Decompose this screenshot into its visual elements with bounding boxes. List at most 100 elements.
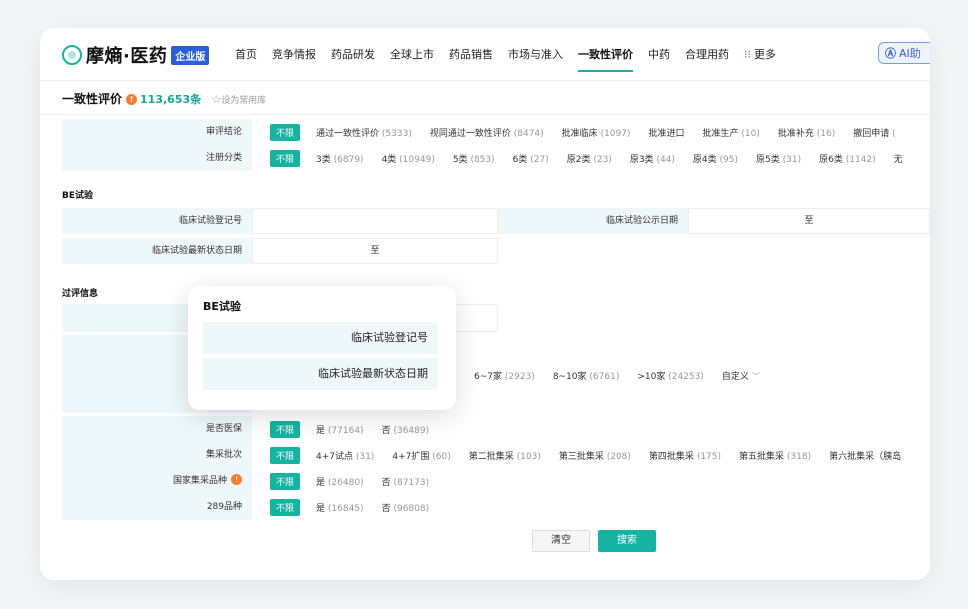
filter-options: 不限 3类 (6879) 4类 (10949) 5类 (853) 6类 (27)…	[252, 145, 930, 171]
filter-options: 不限 4+7试点 (31) 4+7扩围 (60) 第二批集采 (103) 第三批…	[252, 442, 930, 468]
section-title-be: BE试验	[62, 191, 94, 201]
filter-label: 国家集采品种!	[62, 468, 252, 494]
filter-option[interactable]: 5类 (853)	[453, 152, 495, 165]
filter-option[interactable]: 原4类 (95)	[693, 152, 738, 165]
nav-consistency[interactable]: 一致性评价	[578, 28, 633, 80]
filter-option[interactable]: 否 (87173)	[382, 475, 430, 488]
be-latest-date-range[interactable]: 至	[252, 238, 498, 264]
filter-row-289: 289品种 不限 是 (16845) 否 (96808)	[62, 494, 930, 520]
top-header: 摩熵·医药 企业版 首页 竞争情报 药品研发 全球上市 药品销售 市场与准入 一…	[40, 28, 930, 81]
filter-row-national-procurement: 国家集采品种! 不限 是 (26480) 否 (87173)	[62, 468, 930, 494]
logo[interactable]: 摩熵·医药 企业版	[62, 42, 210, 68]
ai-assistant-button[interactable]: Ⓐ AI助	[878, 42, 930, 64]
unlimited-tag[interactable]: 不限	[270, 472, 301, 490]
grid-icon: ⁝⁝	[744, 47, 751, 61]
filter-option[interactable]: 否 (96808)	[382, 501, 430, 514]
filter-option[interactable]: 第五批集采 (318)	[739, 449, 811, 462]
title-bar: 一致性评价! 113,653条 ☆设为常用库	[40, 80, 930, 115]
action-buttons: 清空 搜索	[532, 530, 656, 552]
filter-label: 集采批次	[62, 442, 252, 468]
callout-reg-no-label: 临床试验登记号	[203, 322, 438, 354]
be-reg-no-label: 临床试验登记号	[62, 208, 252, 234]
filter-options: 不限 是 (16845) 否 (96808)	[252, 494, 930, 520]
filter-option[interactable]: 批准临床 (1097)	[562, 126, 631, 139]
callout-title: BE试验	[203, 300, 241, 313]
unlimited-tag[interactable]: 不限	[270, 149, 301, 167]
ai-label: AI助	[899, 47, 921, 60]
filter-option[interactable]: 第六批集采（胰岛	[829, 449, 901, 462]
filter-option[interactable]: 原5类 (31)	[756, 152, 801, 165]
nav-home[interactable]: 首页	[235, 28, 257, 80]
filter-option[interactable]: 第二批集采 (103)	[469, 449, 541, 462]
range-separator: 至	[804, 216, 814, 226]
filter-option[interactable]: 原2类 (23)	[567, 152, 612, 165]
filter-option[interactable]: 4类 (10949)	[382, 152, 435, 165]
nav-sales[interactable]: 药品销售	[449, 28, 493, 80]
be-row-2: 临床试验最新状态日期 至	[62, 238, 498, 264]
page-title: 一致性评价! 113,653条 ☆设为常用库	[62, 90, 266, 107]
nav-rational[interactable]: 合理用药	[685, 28, 729, 80]
filter-option[interactable]: 6~7家 (2923)	[474, 369, 535, 382]
be-row-1: 临床试验登记号 临床试验公示日期 至	[62, 208, 930, 234]
filter-option[interactable]: 否 (36489)	[382, 423, 430, 436]
filter-row-registration: 注册分类 不限 3类 (6879) 4类 (10949) 5类 (853) 6类…	[62, 145, 930, 171]
filter-option[interactable]: 批准进口	[649, 126, 685, 139]
filter-option[interactable]: 是 (26480)	[316, 475, 364, 488]
filter-option[interactable]: 通过一致性评价 (5333)	[316, 126, 412, 139]
ai-icon: Ⓐ	[885, 47, 896, 60]
chevron-down-icon: ﹀	[751, 371, 760, 381]
filter-option[interactable]: 4+7扩围 (60)	[392, 449, 450, 462]
main-nav: 首页 竞争情报 药品研发 全球上市 药品销售 市场与准入 一致性评价 中药 合理…	[235, 28, 791, 80]
filter-option[interactable]: 批准补充 (16)	[778, 126, 835, 139]
filter-label: 注册分类	[62, 145, 252, 171]
unlimited-tag[interactable]: 不限	[270, 446, 301, 464]
be-latest-date-label: 临床试验最新状态日期	[62, 238, 252, 264]
filter-option[interactable]: 是 (16845)	[316, 501, 364, 514]
result-count: 113,653条	[140, 93, 202, 106]
unlimited-tag[interactable]: 不限	[270, 123, 301, 141]
info-icon[interactable]: !	[231, 474, 242, 485]
filter-option[interactable]: 8~10家 (6761)	[553, 369, 620, 382]
search-button[interactable]: 搜索	[598, 530, 656, 552]
filter-option[interactable]: 视同通过一致性评价 (8474)	[430, 126, 544, 139]
unlimited-tag[interactable]: 不限	[270, 498, 301, 516]
filter-option[interactable]: >10家 (24253)	[637, 369, 704, 382]
page-title-text: 一致性评价	[62, 92, 123, 106]
be-pub-date-range[interactable]: 至	[688, 208, 930, 234]
filter-option[interactable]: 原6类 (1142)	[819, 152, 876, 165]
filter-options: 不限 通过一致性评价 (5333) 视同通过一致性评价 (8474) 批准临床 …	[252, 119, 930, 145]
favorite-link[interactable]: 设为常用库	[221, 96, 266, 106]
filter-row-review-conclusion: 审评结论 不限 通过一致性评价 (5333) 视同通过一致性评价 (8474) …	[62, 119, 930, 145]
nav-competition[interactable]: 竞争情报	[272, 28, 316, 80]
filter-options: 不限 是 (77164) 否 (36489)	[252, 416, 930, 442]
nav-rd[interactable]: 药品研发	[331, 28, 375, 80]
star-icon[interactable]: ☆	[211, 93, 221, 106]
logo-icon	[62, 45, 82, 65]
nav-tcm[interactable]: 中药	[648, 28, 670, 80]
nav-global[interactable]: 全球上市	[390, 28, 434, 80]
filter-option[interactable]: 6类 (27)	[513, 152, 549, 165]
filter-option[interactable]: 第四批集采 (175)	[649, 449, 721, 462]
zoom-callout: BE试验 临床试验登记号 临床试验最新状态日期	[188, 286, 456, 410]
unlimited-tag[interactable]: 不限	[270, 420, 301, 438]
filter-option[interactable]: 原3类 (44)	[630, 152, 675, 165]
nav-market[interactable]: 市场与准入	[508, 28, 563, 80]
filter-options: 不限 是 (26480) 否 (87173)	[252, 468, 930, 494]
info-icon[interactable]: !	[126, 94, 138, 105]
filter-option[interactable]: 3类 (6879)	[316, 152, 364, 165]
enterprise-badge: 企业版	[171, 45, 210, 65]
filter-option[interactable]: 第三批集采 (208)	[559, 449, 631, 462]
custom-dropdown[interactable]: 自定义 ﹀	[722, 369, 760, 382]
filter-option[interactable]: 是 (77164)	[316, 423, 364, 436]
main-card: 摩熵·医药 企业版 首页 竞争情报 药品研发 全球上市 药品销售 市场与准入 一…	[40, 28, 930, 580]
filter-option[interactable]: 撤回申请 (	[853, 126, 895, 139]
nav-more[interactable]: ⁝⁝ 更多	[744, 28, 776, 80]
filter-option[interactable]: 批准生产 (10)	[703, 126, 760, 139]
filter-label: 是否医保	[62, 416, 252, 442]
filter-option[interactable]: 4+7试点 (31)	[316, 449, 374, 462]
filter-row-insurance: 是否医保 不限 是 (77164) 否 (36489)	[62, 416, 930, 442]
clear-button[interactable]: 清空	[532, 530, 590, 552]
filter-option[interactable]: 无	[894, 152, 903, 165]
logo-text: 摩熵·医药	[86, 46, 168, 67]
be-reg-no-input[interactable]	[252, 208, 498, 234]
